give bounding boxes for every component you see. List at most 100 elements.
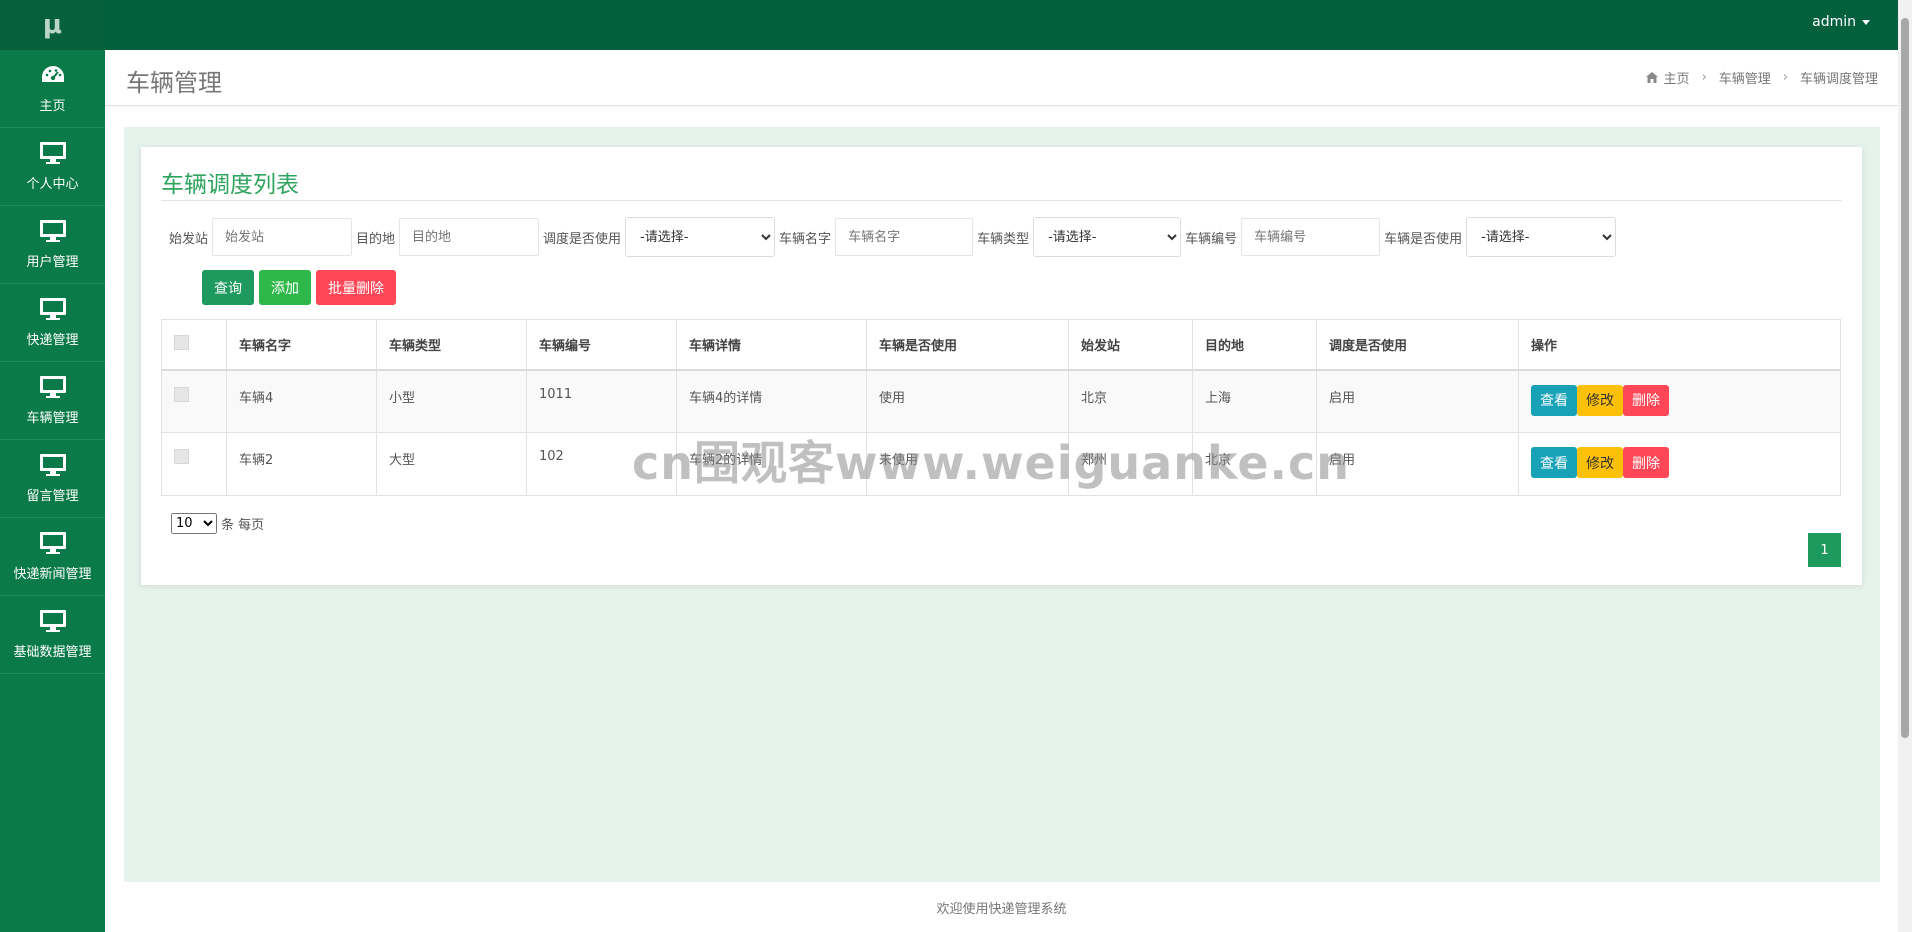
start-station-label: 始发站 xyxy=(169,231,209,247)
filter-bar: 始发站 目的地 调度是否使用 -请选择- 车辆名字 车辆类型 -请选择- 车辆编… xyxy=(169,217,1620,257)
destination-input[interactable] xyxy=(399,218,540,256)
row-actions: 查看 修改 删除 xyxy=(1531,447,1828,478)
dispatch-used-label: 调度是否使用 xyxy=(543,231,622,247)
cell-vehicle-number: 1011 xyxy=(526,369,677,433)
row-checkbox[interactable] xyxy=(174,449,189,464)
edit-button[interactable]: 修改 xyxy=(1577,384,1623,416)
sidebar-item-home[interactable]: 主页 xyxy=(0,50,105,128)
footer: 欢迎使用快递管理系统 xyxy=(105,882,1898,932)
sidebar-item-personal[interactable]: 个人中心 xyxy=(0,128,105,206)
vehicle-in-use-select[interactable]: -请选择- xyxy=(1466,217,1617,257)
action-buttons: 查询 添加 批量删除 xyxy=(202,270,401,305)
sidebar-item-label: 个人中心 xyxy=(26,177,79,192)
cell-dispatch-used: 启用 xyxy=(1316,432,1519,496)
scrollbar-thumb[interactable] xyxy=(1901,18,1909,738)
user-name: admin xyxy=(1812,14,1856,30)
row-select-cell xyxy=(161,369,227,433)
monitor-icon xyxy=(39,532,66,554)
vehicle-number-input[interactable] xyxy=(1241,218,1381,256)
user-menu[interactable]: admin xyxy=(1812,14,1870,30)
sidebar-item-users[interactable]: 用户管理 xyxy=(0,206,105,284)
cell-vehicle-name: 车辆4 xyxy=(226,369,377,433)
breadcrumb-separator: › xyxy=(1701,70,1707,85)
cell-vehicle-number: 102 xyxy=(526,432,677,496)
sidebar-item-vehicles[interactable]: 车辆管理 xyxy=(0,362,105,440)
start-station-input[interactable] xyxy=(212,218,353,256)
sidebar-item-label: 快递新闻管理 xyxy=(13,567,92,582)
col-vehicle-detail: 车辆详情 xyxy=(676,319,867,370)
table-header-row: 车辆名字 车辆类型 车辆编号 车辆详情 车辆是否使用 始发站 目的地 调度是否使… xyxy=(161,319,1841,370)
view-button[interactable]: 查看 xyxy=(1531,447,1577,478)
cell-start-station: 北京 xyxy=(1068,369,1193,433)
delete-button[interactable]: 删除 xyxy=(1623,447,1669,478)
delete-button[interactable]: 删除 xyxy=(1623,384,1669,416)
page-size-select[interactable]: 10 xyxy=(171,513,217,534)
cell-dispatch-used: 启用 xyxy=(1316,369,1519,433)
cell-vehicle-detail: 车辆4的详情 xyxy=(676,369,867,433)
page-title: 车辆管理 xyxy=(126,69,222,97)
cell-vehicle-name: 车辆2 xyxy=(226,432,377,496)
col-vehicle-type: 车辆类型 xyxy=(376,319,527,370)
breadcrumb-separator: › xyxy=(1782,70,1788,85)
app-logo[interactable]: μ xyxy=(0,0,105,50)
vehicle-type-select[interactable]: -请选择- xyxy=(1033,217,1182,257)
page-size-suffix: 条 每页 xyxy=(221,518,265,533)
cell-vehicle-in-use: 未使用 xyxy=(866,432,1069,496)
sidebar-item-label: 用户管理 xyxy=(26,255,79,270)
select-all-checkbox[interactable] xyxy=(174,334,189,350)
breadcrumb-home[interactable]: 主页 xyxy=(1664,68,1690,87)
cell-start-station: 郑州 xyxy=(1068,432,1193,496)
sidebar-item-label: 车辆管理 xyxy=(26,411,79,426)
breadcrumb-section[interactable]: 车辆管理 xyxy=(1719,68,1771,87)
col-start-station: 始发站 xyxy=(1068,319,1193,370)
list-card: 车辆调度列表 始发站 目的地 调度是否使用 -请选择- 车辆名字 车辆类型 -请… xyxy=(141,147,1862,585)
col-vehicle-number: 车辆编号 xyxy=(526,319,677,370)
dispatch-used-select[interactable]: -请选择- xyxy=(625,217,776,257)
edit-button[interactable]: 修改 xyxy=(1577,447,1623,478)
cell-actions: 查看 修改 删除 xyxy=(1518,369,1841,433)
sidebar-item-messages[interactable]: 留言管理 xyxy=(0,440,105,518)
vehicle-name-input[interactable] xyxy=(835,218,974,256)
monitor-icon xyxy=(39,142,66,164)
sidebar-item-basedata[interactable]: 基础数据管理 xyxy=(0,596,105,674)
col-vehicle-name: 车辆名字 xyxy=(226,319,377,370)
row-checkbox[interactable] xyxy=(174,386,189,402)
page-header: 车辆管理 主页 › 车辆管理 › 车辆调度管理 xyxy=(105,50,1898,106)
sidebar-item-express[interactable]: 快递管理 xyxy=(0,284,105,362)
query-button[interactable]: 查询 xyxy=(202,270,254,305)
cell-vehicle-in-use: 使用 xyxy=(866,369,1069,433)
col-actions: 操作 xyxy=(1518,319,1841,370)
top-bar: admin xyxy=(105,0,1898,50)
monitor-icon xyxy=(39,454,66,476)
cell-vehicle-detail: 车辆2的详情 xyxy=(676,432,867,496)
vehicle-name-label: 车辆名字 xyxy=(779,231,832,247)
breadcrumb-current: 车辆调度管理 xyxy=(1799,72,1878,87)
col-dispatch-used: 调度是否使用 xyxy=(1316,319,1519,370)
cell-destination: 北京 xyxy=(1192,432,1317,496)
page-size-control: 10 条 每页 xyxy=(171,513,264,534)
destination-label: 目的地 xyxy=(356,231,396,247)
vertical-scrollbar[interactable] xyxy=(1898,0,1912,932)
vehicle-dispatch-table: 车辆名字 车辆类型 车辆编号 车辆详情 车辆是否使用 始发站 目的地 调度是否使… xyxy=(161,319,1841,496)
monitor-icon xyxy=(39,298,66,320)
pagination-page-1[interactable]: 1 xyxy=(1808,533,1841,567)
breadcrumb: 主页 › 车辆管理 › 车辆调度管理 xyxy=(1645,68,1878,87)
row-actions: 查看 修改 删除 xyxy=(1531,384,1828,416)
col-destination: 目的地 xyxy=(1192,319,1317,370)
sidebar-item-label: 主页 xyxy=(39,99,66,114)
add-button[interactable]: 添加 xyxy=(259,270,311,305)
vehicle-in-use-label: 车辆是否使用 xyxy=(1384,231,1463,247)
home-icon xyxy=(1645,72,1658,83)
select-all-cell xyxy=(161,319,227,370)
sidebar-item-news[interactable]: 快递新闻管理 xyxy=(0,518,105,596)
sidebar: μ 主页 个人中心 用户管理 快递管理 车辆管理 留言管理 快递新闻管理 基础数… xyxy=(0,0,105,932)
cell-actions: 查看 修改 删除 xyxy=(1518,432,1841,496)
table-row: 车辆4 小型 1011 车辆4的详情 使用 北京 上海 启用 查看 修改 删除 xyxy=(161,369,1841,433)
view-button[interactable]: 查看 xyxy=(1531,384,1577,416)
dashboard-icon xyxy=(41,66,64,82)
monitor-icon xyxy=(39,376,66,398)
vehicle-type-label: 车辆类型 xyxy=(977,231,1030,247)
monitor-icon xyxy=(39,610,66,632)
batch-delete-button[interactable]: 批量删除 xyxy=(316,270,396,305)
row-select-cell xyxy=(161,432,227,496)
